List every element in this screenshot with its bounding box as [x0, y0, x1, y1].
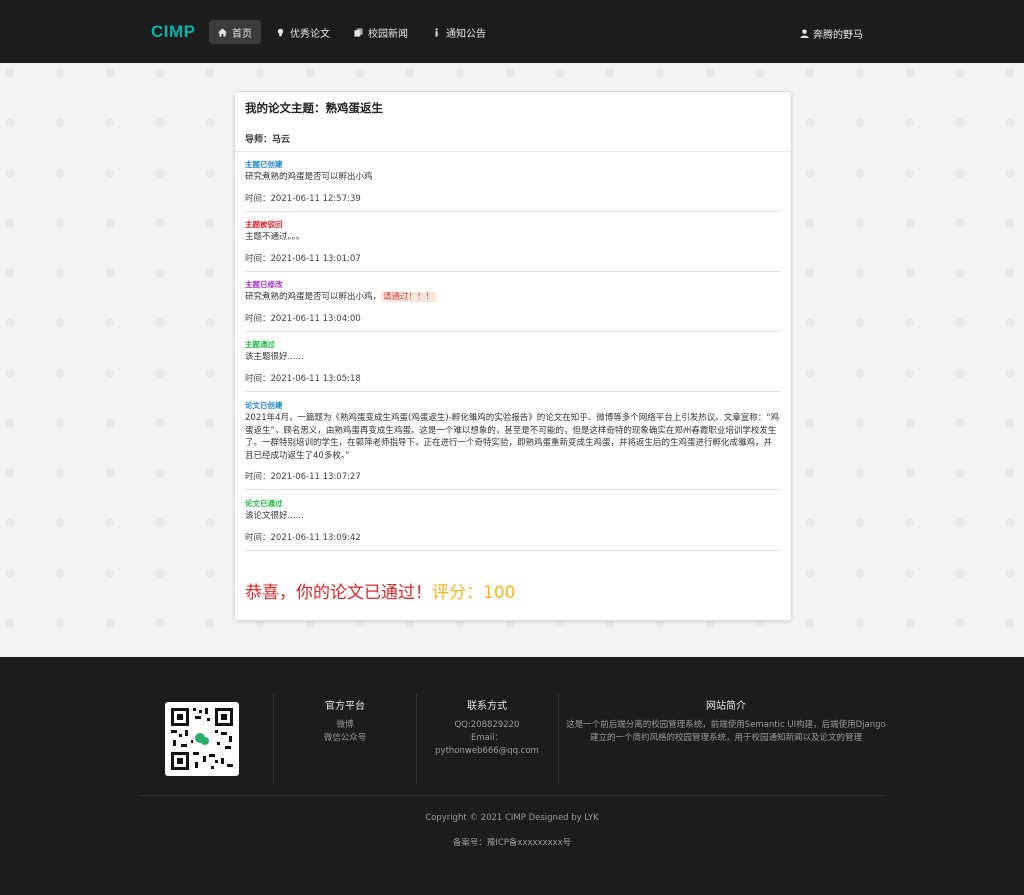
timeline-event: 论文已创建 2021年4月，一篇题为《熟鸡蛋变成生鸡蛋(鸡蛋返生)-孵化雏鸡的实…: [245, 401, 780, 490]
timeline-event: 论文已通过 该论文很好...... 时间：2021-06-11 13:09:42: [245, 499, 780, 551]
footer-divider: [273, 694, 274, 784]
result-text: 恭喜，你的论文已通过！: [245, 583, 432, 603]
footer-separator: [140, 795, 885, 796]
event-tag: 论文已通过: [245, 499, 283, 508]
result-banner: 恭喜，你的论文已通过！评分：100: [245, 578, 515, 603]
footer-divider: [558, 694, 559, 784]
top-navbar: CIMP 首页 优秀论文 校园新闻 通知公告 奔腾的野马: [0, 0, 1024, 63]
footer-link-wechat[interactable]: 微信公众号: [280, 732, 410, 745]
clone-icon: [354, 27, 363, 37]
icp-record[interactable]: 备案号：豫ICP备xxxxxxxxx号: [0, 836, 1024, 848]
nav-excellent-papers-label: 优秀论文: [290, 28, 330, 40]
event-body: 该主题很好......: [245, 352, 304, 362]
event-time: 时间：2021-06-11 12:57:39: [245, 193, 361, 204]
user-name: 奔腾的野马: [813, 30, 863, 41]
event-time: 时间：2021-06-11 13:04:00: [245, 313, 361, 324]
footer-platform-title: 官方平台: [325, 701, 365, 712]
footer-about-title: 网站简介: [706, 701, 746, 712]
event-time: 时间：2021-06-11 13:07:27: [245, 472, 361, 482]
qr-code-image: [165, 702, 239, 776]
nav-campus-news-label: 校园新闻: [368, 28, 408, 40]
nav-announcements-label: 通知公告: [446, 28, 486, 40]
event-tag: 主题被驳回: [245, 220, 283, 229]
event-highlight: 请通过！！！: [381, 292, 437, 302]
event-body: 该论文很好......: [245, 511, 304, 521]
event-divider: [245, 270, 780, 272]
score-label: 评分：: [432, 583, 483, 603]
event-time: 时间：2021-06-11 13:05:18: [245, 373, 361, 384]
info-icon: [435, 27, 438, 37]
footer-contact-title: 联系方式: [467, 701, 507, 712]
footer-about: 网站简介 这是一个前后端分离的校园管理系统，前端使用Semantic UI构建，…: [566, 700, 886, 745]
event-body: 2021年4月，一篇题为《熟鸡蛋变成生鸡蛋(鸡蛋返生)-孵化雏鸡的实验报告》的论…: [245, 413, 780, 461]
footer-contact: 联系方式 QQ:208829220 Email： pythonweb666@qq…: [422, 700, 552, 758]
footer-divider: [416, 694, 417, 784]
score-value: 100: [483, 583, 516, 603]
event-body: 主题不通过。。。: [245, 232, 305, 242]
user-menu[interactable]: 奔腾的野马: [800, 26, 863, 41]
copyright-text: Copyright © 2021 CIMP Designed by LYK: [425, 813, 599, 823]
card-divider: [235, 151, 791, 152]
main-nav: 首页 优秀论文 校园新闻 通知公告: [209, 20, 495, 44]
event-divider: [245, 549, 780, 551]
footer-email-label: Email：: [470, 733, 504, 743]
nav-campus-news[interactable]: 校园新闻: [345, 20, 417, 44]
event-divider: [245, 390, 780, 392]
event-time: 时间：2021-06-11 13:09:42: [245, 532, 361, 543]
qr-code-icon: [171, 708, 233, 770]
event-divider: [245, 489, 780, 490]
timeline-event: 主题已修改 研究煮熟的鸡蛋是否可以孵出小鸡， 请通过！！！ 时间：2021-06-…: [245, 280, 780, 332]
event-divider: [245, 210, 780, 212]
footer-link-weibo[interactable]: 微博: [280, 719, 410, 732]
event-time: 时间：2021-06-11 13:01:07: [245, 253, 361, 264]
event-tag: 主题已创建: [245, 160, 283, 169]
timeline-event: 主题通过 该主题很好...... 时间：2021-06-11 13:05:18: [245, 340, 780, 392]
event-tag: 主题已修改: [245, 280, 283, 289]
nav-home[interactable]: 首页: [209, 20, 261, 44]
event-tag: 论文已创建: [245, 401, 283, 410]
event-body-text: 研究煮熟的鸡蛋是否可以孵出小鸡，: [245, 292, 382, 302]
site-logo[interactable]: CIMP: [151, 22, 196, 42]
thesis-title: 我的论文主题：熟鸡蛋返生: [245, 101, 383, 115]
footer-about-text: 这是一个前后端分离的校园管理系统，前端使用Semantic UI构建，后端使用D…: [566, 720, 886, 743]
footer-qq: QQ:208829220: [454, 720, 520, 730]
nav-home-label: 首页: [232, 28, 252, 40]
event-body: 研究煮熟的鸡蛋是否可以孵出小鸡: [245, 172, 373, 182]
home-icon: [218, 27, 227, 37]
site-footer: [0, 657, 1024, 895]
timeline-event: 主题已创建 研究煮熟的鸡蛋是否可以孵出小鸡 时间：2021-06-11 12:5…: [245, 160, 780, 212]
footer-platform: 官方平台 微博 微信公众号: [280, 700, 410, 745]
footer-email[interactable]: pythonweb666@qq.com: [422, 745, 552, 758]
nav-announcements[interactable]: 通知公告: [423, 20, 495, 44]
nav-excellent-papers[interactable]: 优秀论文: [267, 20, 339, 44]
lightbulb-icon: [277, 28, 284, 36]
event-divider: [245, 330, 780, 332]
event-body: 研究煮熟的鸡蛋是否可以孵出小鸡， 请通过！！！: [245, 291, 780, 304]
timeline-event: 主题被驳回 主题不通过。。。 时间：2021-06-11 13:01:07: [245, 220, 780, 272]
event-tag: 主题通过: [245, 340, 275, 349]
user-icon: [800, 29, 809, 38]
thesis-card: 我的论文主题：熟鸡蛋返生 导师：马云 主题已创建 研究煮熟的鸡蛋是否可以孵出小鸡…: [234, 91, 792, 621]
advisor-label: 导师：马云: [245, 135, 291, 145]
